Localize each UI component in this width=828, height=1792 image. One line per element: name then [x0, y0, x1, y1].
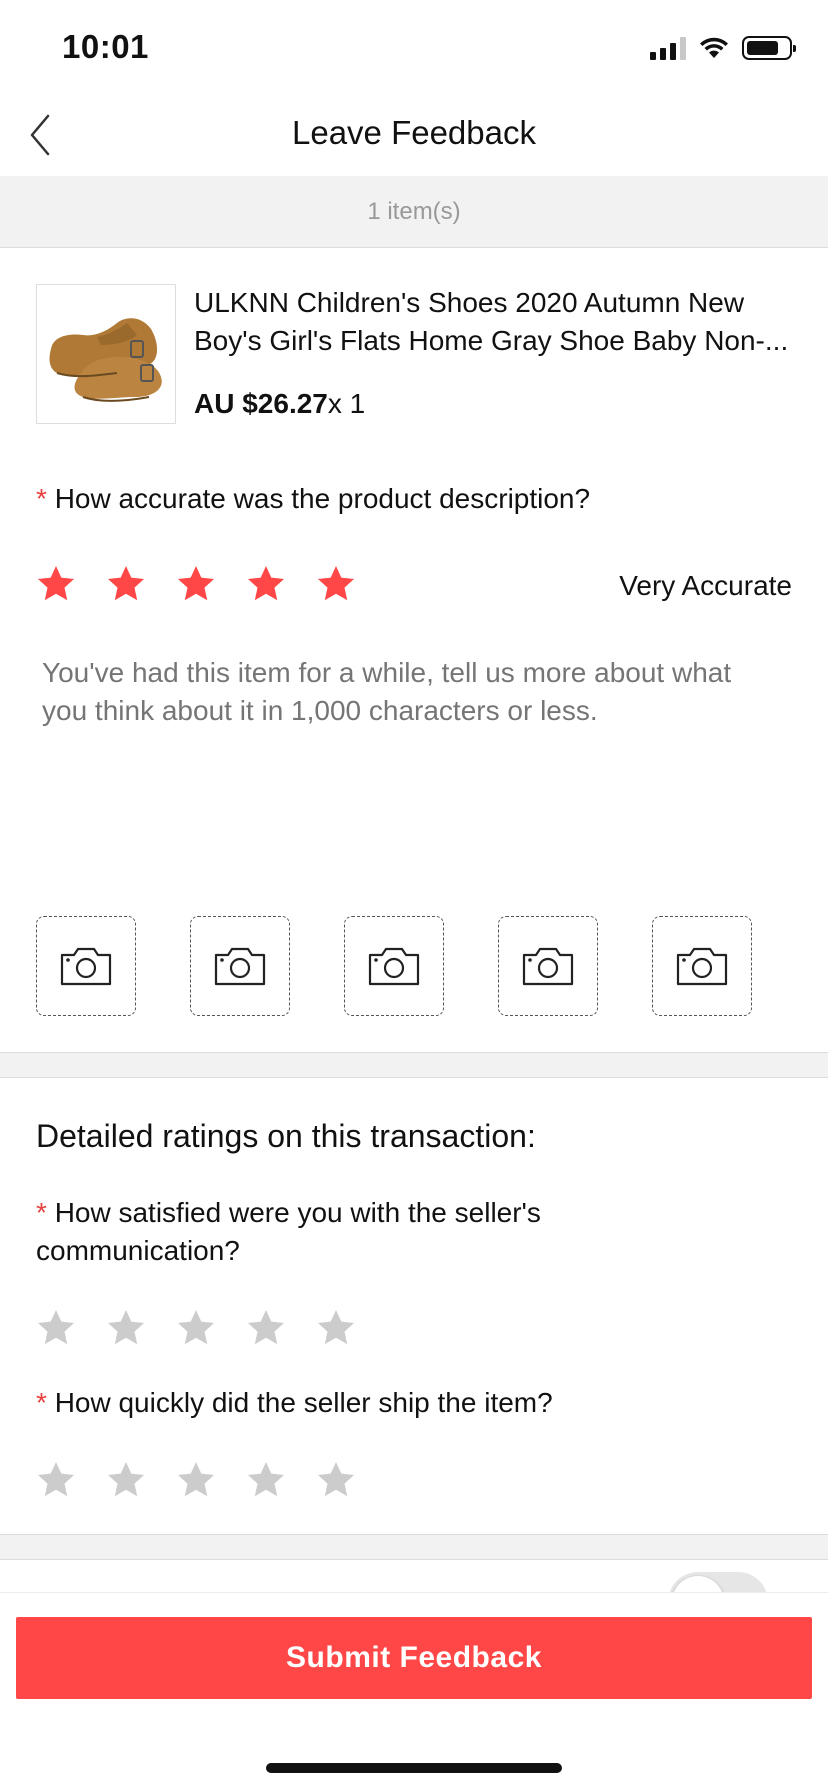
product-thumbnail: [36, 284, 176, 424]
question-description: * How accurate was the product descripti…: [36, 480, 590, 518]
required-marker: *: [36, 1197, 47, 1228]
submit-feedback-button[interactable]: Submit Feedback: [16, 1617, 812, 1699]
section-title: Detailed ratings on this transaction:: [36, 1118, 536, 1154]
star-icon[interactable]: [176, 1308, 216, 1348]
items-count: 1 item(s): [0, 176, 828, 248]
star-icon[interactable]: [246, 1308, 286, 1348]
star-icon[interactable]: [316, 1308, 356, 1348]
add-photo-button[interactable]: [652, 916, 752, 1016]
star-icon[interactable]: [246, 1460, 286, 1500]
signal-icon: [650, 36, 686, 60]
star-icon[interactable]: [176, 1460, 216, 1500]
star-icon[interactable]: [316, 1460, 356, 1500]
add-photo-button[interactable]: [344, 916, 444, 1016]
required-marker: *: [36, 1387, 47, 1418]
shoe-image: [49, 318, 162, 402]
product-card: ULKNN Children's Shoes 2020 Autumn New B…: [0, 248, 828, 448]
wifi-icon: [700, 37, 728, 58]
rating-description: [36, 564, 356, 604]
status-time: 10:01: [62, 28, 149, 65]
submit-bar: Submit Feedback: [0, 1592, 828, 1792]
camera-icon: [676, 947, 728, 986]
required-marker: *: [36, 483, 47, 514]
product-price: AU $26.27: [194, 388, 328, 419]
camera-icon: [214, 947, 266, 986]
star-icon[interactable]: [246, 564, 286, 604]
status-icons: [650, 36, 796, 60]
feedback-textarea[interactable]: [42, 654, 742, 806]
battery-icon: [742, 36, 796, 60]
question-label: How accurate was the product description…: [54, 483, 591, 514]
section-divider: [0, 1534, 828, 1560]
product-title[interactable]: ULKNN Children's Shoes 2020 Autumn New B…: [194, 284, 804, 360]
add-photo-button[interactable]: [190, 916, 290, 1016]
camera-icon: [60, 947, 112, 986]
star-icon[interactable]: [106, 1308, 146, 1348]
product-title-line: ULKNN Children's Shoes 2020 Autumn New: [194, 287, 745, 318]
section-divider: [0, 1052, 828, 1078]
status-bar: 10:01: [0, 0, 828, 100]
question-communication: * How satisfied were you with the seller…: [36, 1194, 541, 1270]
home-indicator: [266, 1763, 562, 1773]
toggle-switch[interactable]: [668, 1572, 768, 1592]
photo-upload-row: [36, 916, 752, 1016]
add-photo-button[interactable]: [36, 916, 136, 1016]
star-icon[interactable]: [316, 564, 356, 604]
rating-communication: [36, 1308, 356, 1348]
question-shipping: * How quickly did the seller ship the it…: [36, 1384, 553, 1422]
rating-label: Very Accurate: [619, 570, 792, 601]
star-icon[interactable]: [106, 1460, 146, 1500]
product-quantity: x 1: [327, 388, 366, 419]
star-icon[interactable]: [106, 564, 146, 604]
star-icon[interactable]: [36, 1308, 76, 1348]
camera-icon: [522, 947, 574, 986]
star-icon[interactable]: [176, 564, 216, 604]
nav-bar: Leave Feedback: [0, 100, 828, 176]
question-label-cont: communication?: [36, 1235, 240, 1266]
product-title-line: Boy's Girl's Flats Home Gray Shoe Baby N…: [194, 325, 789, 356]
question-label: How quickly did the seller ship the item…: [54, 1387, 553, 1418]
partial-row: [0, 1560, 828, 1592]
price-line: AU $26.27x 1: [194, 388, 365, 420]
star-icon[interactable]: [36, 564, 76, 604]
star-icon[interactable]: [36, 1460, 76, 1500]
page-title: Leave Feedback: [291, 114, 536, 151]
rating-shipping: [36, 1460, 356, 1500]
camera-icon: [368, 947, 420, 986]
add-photo-button[interactable]: [498, 916, 598, 1016]
question-label: How satisfied were you with the seller's: [54, 1197, 541, 1228]
